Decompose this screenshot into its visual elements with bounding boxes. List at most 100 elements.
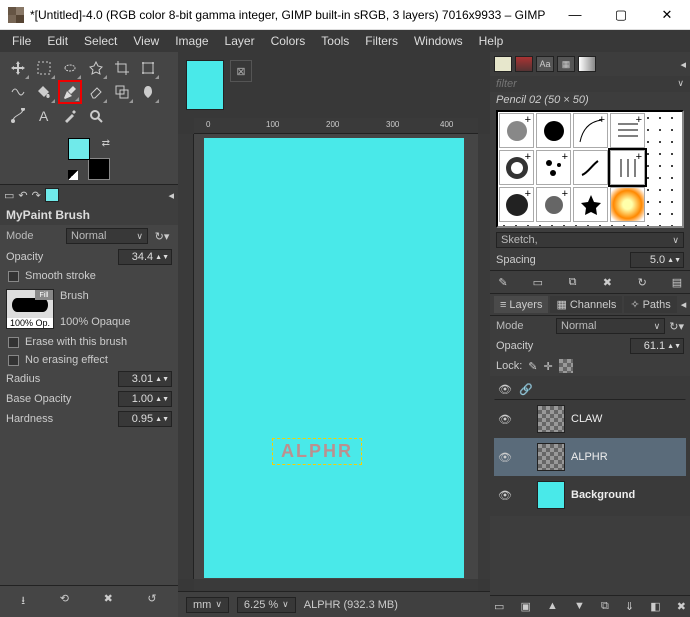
delete-layer-icon[interactable]: ✖ (677, 600, 686, 613)
canvas[interactable]: ALPHR (204, 138, 464, 578)
mode-reset-icon[interactable]: ↻▾ (152, 227, 172, 245)
options-tab-icon[interactable]: ▭ (4, 189, 14, 202)
base-opacity-input[interactable]: 1.00▲▼ (118, 391, 172, 407)
menu-select[interactable]: Select (78, 32, 123, 50)
fonts-tab-icon[interactable]: Aa (536, 56, 554, 72)
filter-dropdown-icon[interactable]: ∨ (677, 78, 684, 90)
default-colors-icon[interactable] (68, 170, 78, 180)
tool-move[interactable] (6, 56, 30, 80)
scrollbar-vertical[interactable] (478, 134, 490, 579)
reset-icon[interactable]: ↺ (147, 592, 156, 611)
save-preset-icon[interactable]: ⭳ (21, 592, 25, 611)
unit-dropdown[interactable]: mm∨ (186, 597, 229, 613)
tool-transform[interactable] (136, 56, 160, 80)
visibility-icon[interactable]: 👁 (497, 489, 513, 502)
tool-text[interactable]: A (32, 104, 56, 128)
canvas-area[interactable]: ALPHR (194, 134, 478, 579)
no-erasing-checkbox[interactable]: No erasing effect (0, 351, 178, 369)
maximize-button[interactable]: ▢ (598, 0, 644, 29)
history-tab-icon[interactable]: ▦ (557, 56, 575, 72)
menu-tools[interactable]: Tools (315, 32, 355, 50)
tool-mypaint-brush[interactable] (58, 80, 82, 104)
refresh-brush-icon[interactable]: ↻ (633, 274, 651, 290)
menu-edit[interactable]: Edit (41, 32, 74, 50)
layer-name[interactable]: ALPHR (571, 451, 608, 463)
smooth-stroke-checkbox[interactable]: Smooth stroke (0, 267, 178, 285)
spacing-input[interactable]: 5.0▲▼ (630, 252, 684, 268)
menu-filters[interactable]: Filters (359, 32, 404, 50)
master-visibility-icon[interactable]: 👁 (497, 383, 513, 396)
redo-icon[interactable]: ↷ (32, 189, 41, 202)
mode-dropdown[interactable]: Normal∨ (66, 228, 148, 244)
restore-preset-icon[interactable]: ⟲ (60, 592, 69, 611)
menu-view[interactable]: View (127, 32, 165, 50)
layer-mode-dropdown[interactable]: Normal∨ (556, 318, 665, 334)
open-brush-icon[interactable]: ▤ (668, 274, 686, 290)
brush-filter-input[interactable] (496, 78, 677, 90)
tool-rect-select[interactable] (32, 56, 56, 80)
swap-colors-icon[interactable]: ⇄ (102, 138, 110, 149)
tab-paths[interactable]: ✧Paths (624, 296, 676, 313)
layer-name[interactable]: CLAW (571, 413, 602, 425)
mask-icon[interactable]: ◧ (650, 600, 660, 613)
new-brush-icon[interactable]: ▭ (529, 274, 547, 290)
visibility-icon[interactable]: 👁 (497, 413, 513, 426)
ruler-vertical[interactable] (178, 134, 194, 579)
menu-file[interactable]: File (6, 32, 37, 50)
menu-help[interactable]: Help (473, 32, 510, 50)
minimize-button[interactable]: — (552, 0, 598, 29)
brushes-tab-icon[interactable] (494, 56, 512, 72)
tool-color-picker[interactable] (58, 104, 82, 128)
brush-grid[interactable]: + + + + + + + + (496, 110, 684, 228)
raise-layer-icon[interactable]: ▲ (547, 600, 558, 613)
layer-thumbnail[interactable] (537, 443, 565, 471)
tool-free-select[interactable] (58, 56, 82, 80)
active-color-swatch[interactable] (45, 188, 59, 202)
layer-mode-reset-icon[interactable]: ↻▾ (669, 320, 684, 333)
tool-bucket-fill[interactable] (32, 80, 56, 104)
fg-color[interactable] (68, 138, 90, 160)
delete-preset-icon[interactable]: ✖ (104, 592, 113, 611)
merge-down-icon[interactable]: ⇓ (625, 600, 634, 613)
menu-windows[interactable]: Windows (408, 32, 469, 50)
layer-thumbnail[interactable] (537, 405, 565, 433)
opacity-input[interactable]: 34.4▲▼ (118, 249, 172, 265)
radius-input[interactable]: 3.01▲▼ (118, 371, 172, 387)
undo-history-icon[interactable]: ↶ (18, 189, 27, 202)
close-document-icon[interactable]: ⊠ (230, 60, 252, 82)
lower-layer-icon[interactable]: ▼ (574, 600, 585, 613)
gradients-tab-icon[interactable] (578, 56, 596, 72)
layers-menu-icon[interactable]: ◂ (679, 296, 689, 313)
text-selection[interactable]: ALPHR (272, 438, 362, 465)
new-layer-icon[interactable]: ▭ (494, 600, 504, 613)
erase-with-brush-checkbox[interactable]: Erase with this brush (0, 333, 178, 351)
tool-warp[interactable] (6, 80, 30, 104)
tool-eraser[interactable] (84, 80, 108, 104)
duplicate-brush-icon[interactable]: ⧉ (564, 274, 582, 290)
dock-menu-right-icon[interactable]: ◂ (680, 58, 686, 71)
close-button[interactable]: ✕ (644, 0, 690, 29)
master-link-icon[interactable]: 🔗 (519, 383, 531, 396)
tool-clone[interactable] (110, 80, 134, 104)
layer-opacity-input[interactable]: 61.1▲▼ (630, 338, 684, 354)
brush-preview[interactable]: Fill 100% Op. (6, 289, 54, 329)
tool-zoom[interactable] (84, 104, 108, 128)
tab-layers[interactable]: ≡Layers (494, 296, 548, 313)
tool-paths[interactable] (6, 104, 30, 128)
ruler-horizontal[interactable]: 0 100 200 300 400 (194, 118, 478, 134)
color-swatch[interactable]: ⇄ (68, 138, 110, 180)
lock-pixels-icon[interactable]: ✎ (528, 360, 537, 373)
visibility-icon[interactable]: 👁 (497, 451, 513, 464)
delete-brush-icon[interactable]: ✖ (598, 274, 616, 290)
lock-alpha-icon[interactable] (559, 359, 573, 373)
layer-thumbnail[interactable] (537, 481, 565, 509)
tool-crop[interactable] (110, 56, 134, 80)
layer-name[interactable]: Background (571, 489, 635, 501)
tool-fuzzy-select[interactable] (84, 56, 108, 80)
patterns-tab-icon[interactable] (515, 56, 533, 72)
document-thumbnail[interactable] (186, 60, 224, 110)
lock-position-icon[interactable]: ✛ (544, 360, 553, 373)
hardness-input[interactable]: 0.95▲▼ (118, 411, 172, 427)
scrollbar-horizontal[interactable] (194, 579, 478, 591)
menu-colors[interactable]: Colors (265, 32, 312, 50)
